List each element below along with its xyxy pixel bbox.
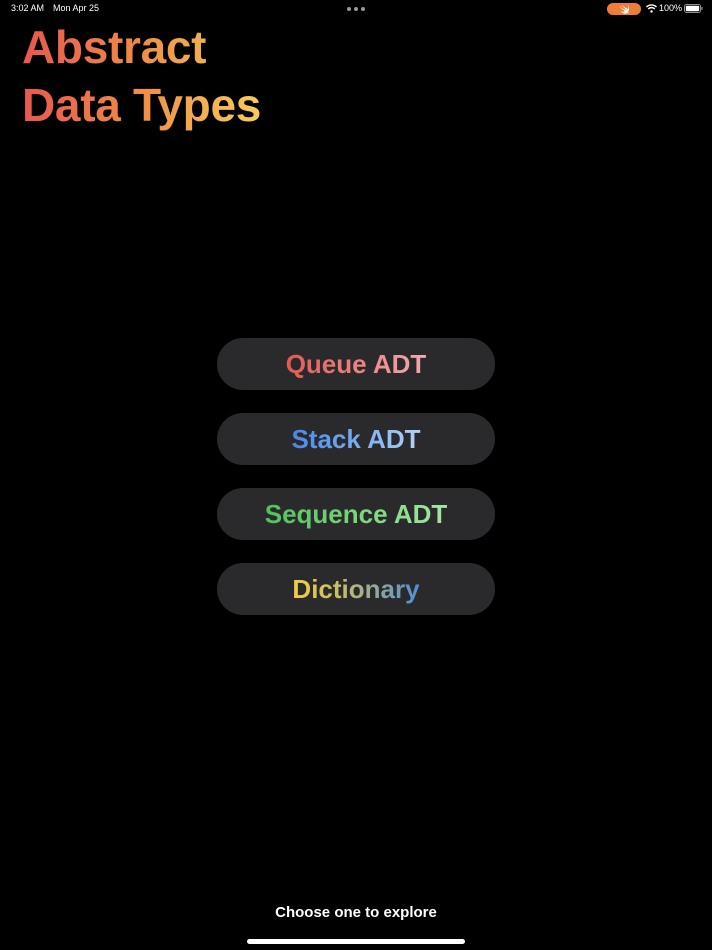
sequence-adt-label: Sequence ADT — [264, 499, 448, 529]
dictionary-button[interactable]: Dictionary — [217, 563, 495, 615]
status-bar: 3:02 AM Mon Apr 25 100% — [0, 0, 712, 18]
battery-icon — [684, 4, 703, 13]
swift-bird-icon — [619, 4, 630, 14]
page-title: Abstract Data Types — [22, 18, 272, 134]
adt-menu: Queue ADT Stack ADT Sequence ADT Diction… — [217, 338, 495, 638]
footer-hint: Choose one to explore — [275, 904, 437, 921]
battery-percent: 100% — [659, 3, 683, 13]
page-title-line-1: Abstract — [22, 18, 272, 76]
home-indicator[interactable] — [247, 939, 465, 944]
swift-icon[interactable] — [607, 3, 641, 15]
queue-adt-label: Queue ADT — [285, 349, 427, 379]
page-title-line-2: Data Types — [22, 76, 272, 134]
dictionary-label: Dictionary — [292, 574, 420, 604]
multitask-dots-icon[interactable] — [347, 7, 365, 11]
sequence-adt-button[interactable]: Sequence ADT — [217, 488, 495, 540]
stack-adt-label: Stack ADT — [291, 424, 421, 454]
queue-adt-button[interactable]: Queue ADT — [217, 338, 495, 390]
stack-adt-button[interactable]: Stack ADT — [217, 413, 495, 465]
status-date: Mon Apr 25 — [53, 3, 100, 13]
wifi-icon — [646, 4, 657, 13]
status-time: 3:02 AM — [11, 3, 45, 13]
